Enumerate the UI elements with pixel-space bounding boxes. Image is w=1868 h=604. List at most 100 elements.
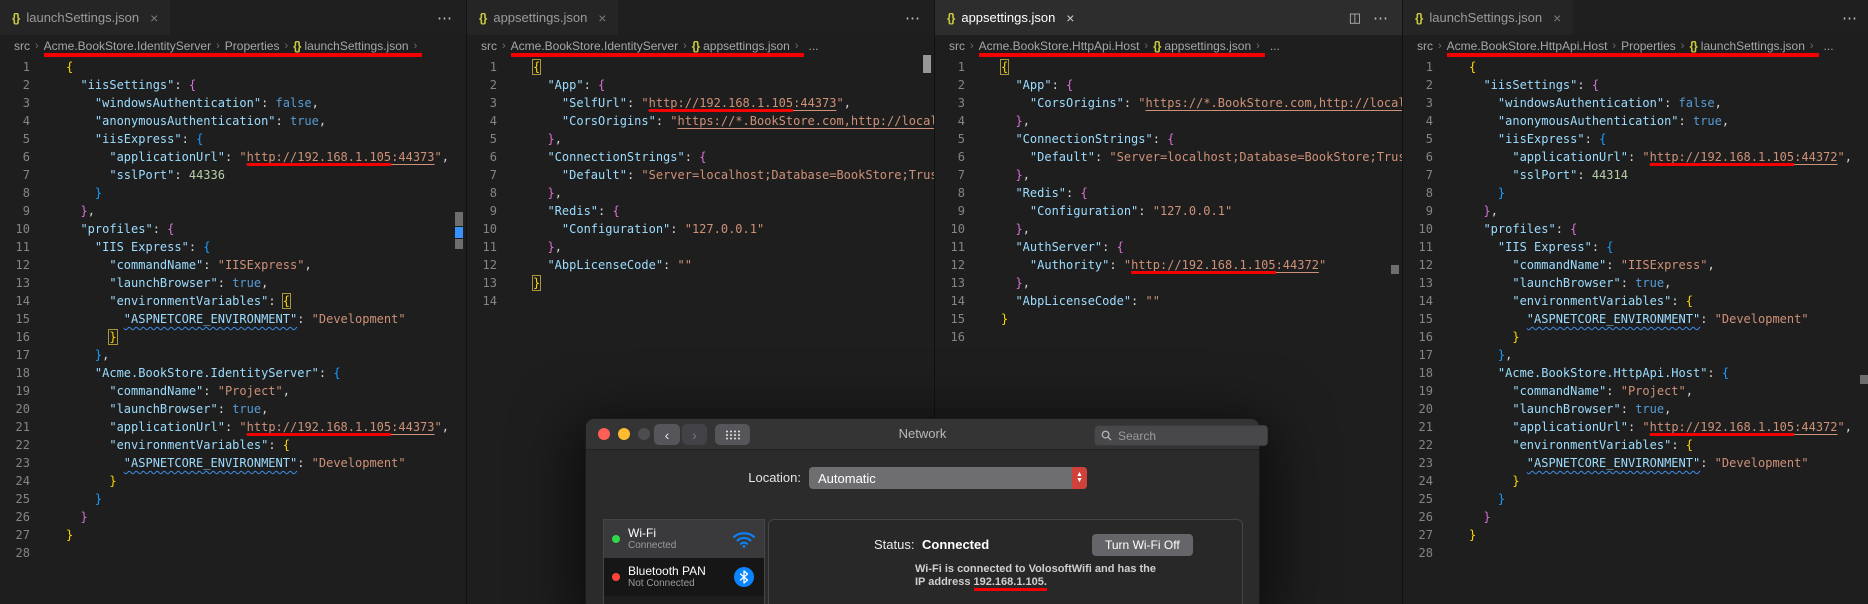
more-actions-icon[interactable]: ⋯: [437, 9, 452, 27]
code-line-content[interactable]: "Default": "Server=localhost;Database=Bo…: [497, 166, 934, 184]
code-line[interactable]: 4 },: [935, 112, 1388, 130]
code-line[interactable]: 8 }: [1403, 184, 1857, 202]
line-number[interactable]: 12: [0, 256, 30, 274]
code-line-content[interactable]: {: [497, 58, 542, 76]
url-link[interactable]: http://192.168.1.105: [1131, 258, 1276, 272]
line-number[interactable]: 9: [0, 202, 30, 220]
code-line[interactable]: 3 "SelfUrl": "http://192.168.1.105:44373…: [467, 94, 920, 112]
chevron-right-icon[interactable]: ›: [284, 40, 288, 52]
code-line-content[interactable]: "IIS Express": {: [1433, 238, 1614, 256]
code-line-content[interactable]: },: [1433, 202, 1497, 220]
code-line[interactable]: 25 }: [0, 490, 452, 508]
url-link[interactable]: http://192.168.1.105: [1650, 150, 1795, 164]
code-line-content[interactable]: "anonymousAuthentication": true,: [30, 112, 326, 130]
chevron-right-icon[interactable]: ›: [970, 40, 974, 52]
code-line-content[interactable]: },: [1433, 346, 1512, 364]
line-number[interactable]: 22: [1403, 436, 1433, 454]
service-text[interactable]: Wi-Fi Connected: [628, 526, 732, 552]
code-line[interactable]: 11 "IIS Express": {: [1403, 238, 1857, 256]
code-line[interactable]: 16: [935, 328, 1388, 346]
chevron-right-icon[interactable]: ›: [1144, 40, 1148, 52]
code-line[interactable]: 7 },: [935, 166, 1388, 184]
line-number[interactable]: 8: [935, 184, 965, 202]
search-field[interactable]: [1094, 425, 1268, 446]
code-line-content[interactable]: [1433, 544, 1469, 562]
code-line-content[interactable]: "CorsOrigins": "https://*.BookStore.com,…: [497, 112, 934, 130]
code-line[interactable]: 2 "App": {: [467, 76, 920, 94]
breadcrumb[interactable]: src › Acme.BookStore.IdentityServer › {} apps…: [467, 35, 934, 57]
code-line[interactable]: 27}: [0, 526, 452, 544]
code-line[interactable]: 9 },: [1403, 202, 1857, 220]
line-number[interactable]: 24: [1403, 472, 1433, 490]
breadcrumb-item[interactable]: Acme.BookStore.IdentityServer: [511, 39, 678, 53]
service-name[interactable]: Wi-Fi: [628, 526, 732, 540]
code-line-content[interactable]: "ASPNETCORE_ENVIRONMENT": "Development": [30, 310, 406, 328]
tab-label[interactable]: appsettings.json: [493, 10, 587, 25]
code-line-content[interactable]: "ASPNETCORE_ENVIRONMENT": "Development": [1433, 454, 1809, 472]
code-line-content[interactable]: "Redis": {: [497, 202, 619, 220]
code-line-content[interactable]: "sslPort": 44314: [1433, 166, 1628, 184]
line-number[interactable]: 3: [467, 94, 497, 112]
code-line[interactable]: 14 "AbpLicenseCode": "": [935, 292, 1388, 310]
breadcrumb-item[interactable]: src: [1417, 39, 1433, 53]
line-number[interactable]: 1: [1403, 58, 1433, 76]
line-number[interactable]: 4: [935, 112, 965, 130]
overview-ruler-mark[interactable]: [455, 212, 463, 226]
line-number[interactable]: 18: [0, 364, 30, 382]
chevron-right-icon[interactable]: ›: [1438, 40, 1442, 52]
code-line[interactable]: 13 "launchBrowser": true,: [1403, 274, 1857, 292]
breadcrumb-item[interactable]: Properties: [225, 39, 280, 53]
turn-wifi-off-button[interactable]: Turn Wi-Fi Off: [1092, 534, 1193, 556]
code-line[interactable]: 9 "Redis": {: [467, 202, 920, 220]
code-line-content[interactable]: "environmentVariables": {: [30, 436, 290, 454]
line-number[interactable]: 14: [467, 292, 497, 310]
editor-actions[interactable]: ⋯: [437, 0, 452, 35]
code-line-content[interactable]: "Acme.BookStore.HttpApi.Host": {: [1433, 364, 1729, 382]
overview-ruler-mark[interactable]: [1391, 265, 1399, 274]
code-line[interactable]: 22 "environmentVariables": {: [1403, 436, 1857, 454]
line-number[interactable]: 17: [1403, 346, 1433, 364]
url-link[interactable]: :44373: [391, 420, 434, 434]
code-line[interactable]: 24 }: [1403, 472, 1857, 490]
code-line[interactable]: 4 "anonymousAuthentication": true,: [0, 112, 452, 130]
line-number[interactable]: 14: [1403, 292, 1433, 310]
code-line-content[interactable]: }: [1433, 526, 1476, 544]
breadcrumb-more[interactable]: ...: [809, 39, 819, 53]
window-titlebar[interactable]: ‹ › Network: [586, 419, 1268, 450]
code-line-content[interactable]: "Default": "Server=localhost;Database=Bo…: [965, 148, 1402, 166]
chevron-right-icon[interactable]: ›: [1681, 40, 1685, 52]
line-number[interactable]: 15: [935, 310, 965, 328]
code-line[interactable]: 12 "AbpLicenseCode": "": [467, 256, 920, 274]
green-status-dot[interactable]: [612, 535, 620, 543]
close-icon[interactable]: ×: [150, 10, 158, 26]
line-number[interactable]: 10: [1403, 220, 1433, 238]
code-line-content[interactable]: [30, 544, 66, 562]
code-line[interactable]: 5 "ConnectionStrings": {: [935, 130, 1388, 148]
code-line-content[interactable]: }: [30, 490, 102, 508]
code-line-content[interactable]: "App": {: [965, 76, 1073, 94]
line-number[interactable]: 21: [1403, 418, 1433, 436]
line-number[interactable]: 6: [935, 148, 965, 166]
code-line[interactable]: 26 }: [1403, 508, 1857, 526]
line-number[interactable]: 12: [1403, 256, 1433, 274]
line-number[interactable]: 11: [935, 238, 965, 256]
code-line-content[interactable]: "windowsAuthentication": false,: [1433, 94, 1722, 112]
code-line-content[interactable]: }: [1433, 328, 1519, 346]
code-line[interactable]: 3 "windowsAuthentication": false,: [0, 94, 452, 112]
line-number[interactable]: 23: [0, 454, 30, 472]
line-number[interactable]: 11: [0, 238, 30, 256]
line-number[interactable]: 25: [0, 490, 30, 508]
code-line-content[interactable]: "iisExpress": {: [1433, 130, 1606, 148]
line-number[interactable]: 10: [935, 220, 965, 238]
chevron-right-icon[interactable]: ›: [1612, 40, 1616, 52]
code-line[interactable]: 2 "iisSettings": {: [1403, 76, 1857, 94]
editor-pane[interactable]: {} launchSettings.json × ⋯ src › Acme.BookStor…: [1403, 0, 1868, 604]
tab-label[interactable]: appsettings.json: [961, 10, 1055, 25]
chevron-right-icon[interactable]: ›: [795, 40, 799, 52]
code-line[interactable]: 7 "sslPort": 44336: [0, 166, 452, 184]
code-line[interactable]: 16 }: [1403, 328, 1857, 346]
service-status[interactable]: Connected: [628, 540, 732, 552]
code-line-content[interactable]: "AuthServer": {: [965, 238, 1123, 256]
code-line-content[interactable]: }: [30, 526, 73, 544]
code-line[interactable]: 23 "ASPNETCORE_ENVIRONMENT": "Developmen…: [1403, 454, 1857, 472]
